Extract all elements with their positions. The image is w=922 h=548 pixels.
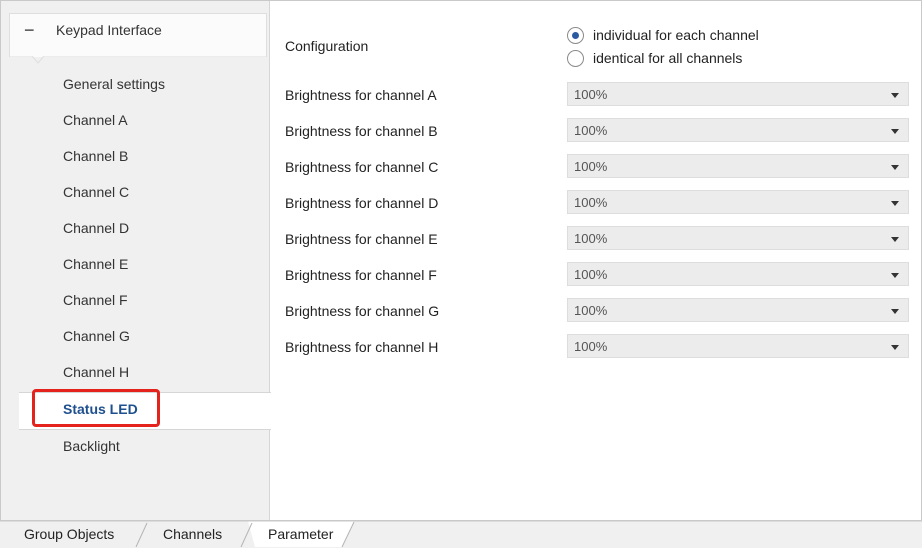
select-value: 100% (574, 303, 608, 318)
chevron-down-icon (891, 201, 899, 206)
radio-individual[interactable] (567, 27, 584, 44)
brightness-select-d[interactable]: 100% (567, 190, 909, 214)
sidebar-item-channel-g[interactable]: Channel G (63, 326, 130, 346)
row-label-channel-g: Brightness for channel G (285, 303, 440, 319)
brightness-select-e[interactable]: 100% (567, 226, 909, 250)
row-label-channel-b: Brightness for channel B (285, 123, 438, 139)
brightness-select-a[interactable]: 100% (567, 82, 909, 106)
radio-identical-label[interactable]: identical for all channels (593, 50, 742, 66)
brightness-select-g[interactable]: 100% (567, 298, 909, 322)
row-label-channel-c: Brightness for channel C (285, 159, 439, 175)
chevron-down-icon (891, 165, 899, 170)
tab-channels[interactable]: Channels (163, 521, 222, 548)
bottom-tab-bar: Group Objects Channels Parameter (0, 520, 922, 548)
parameter-panel: Configuration individual for each channe… (271, 1, 921, 520)
radio-identical[interactable] (567, 50, 584, 67)
sidebar-item-channel-e[interactable]: Channel E (63, 254, 128, 274)
select-value: 100% (574, 123, 608, 138)
select-value: 100% (574, 159, 608, 174)
configuration-label: Configuration (285, 38, 369, 54)
brightness-select-b[interactable]: 100% (567, 118, 909, 142)
sidebar-item-general-settings[interactable]: General settings (63, 74, 165, 94)
brightness-select-f[interactable]: 100% (567, 262, 909, 286)
sidebar-item-channel-h[interactable]: Channel H (63, 362, 129, 382)
brightness-select-c[interactable]: 100% (567, 154, 909, 178)
tree-root[interactable]: − Keypad Interface (9, 13, 267, 64)
brightness-select-h[interactable]: 100% (567, 334, 909, 358)
sidebar-item-channel-a[interactable]: Channel A (63, 110, 128, 130)
radio-individual-label[interactable]: individual for each channel (593, 27, 759, 43)
row-label-channel-f: Brightness for channel F (285, 267, 437, 283)
chevron-down-icon (891, 93, 899, 98)
tab-parameter[interactable]: Parameter (268, 521, 333, 548)
select-value: 100% (574, 87, 608, 102)
tree-notch-divider (10, 56, 266, 64)
tree-root-label: Keypad Interface (56, 22, 162, 38)
sidebar-item-channel-c[interactable]: Channel C (63, 182, 129, 202)
select-value: 100% (574, 267, 608, 282)
tab-shapes (0, 521, 922, 548)
chevron-down-icon (891, 237, 899, 242)
select-value: 100% (574, 339, 608, 354)
sidebar: − Keypad Interface General settings Chan… (1, 1, 271, 520)
tab-group-objects[interactable]: Group Objects (24, 521, 114, 548)
sidebar-item-channel-f[interactable]: Channel F (63, 290, 128, 310)
highlight-box (32, 389, 160, 427)
chevron-down-icon (891, 345, 899, 350)
sidebar-item-backlight[interactable]: Backlight (63, 436, 120, 456)
chevron-down-icon (891, 273, 899, 278)
sidebar-item-channel-b[interactable]: Channel B (63, 146, 128, 166)
row-label-channel-a: Brightness for channel A (285, 87, 437, 103)
row-label-channel-d: Brightness for channel D (285, 195, 439, 211)
chevron-down-icon (891, 129, 899, 134)
select-value: 100% (574, 231, 608, 246)
chevron-down-icon (891, 309, 899, 314)
sidebar-item-channel-d[interactable]: Channel D (63, 218, 129, 238)
select-value: 100% (574, 195, 608, 210)
collapse-icon[interactable]: − (24, 20, 35, 41)
row-label-channel-h: Brightness for channel H (285, 339, 439, 355)
row-label-channel-e: Brightness for channel E (285, 231, 438, 247)
